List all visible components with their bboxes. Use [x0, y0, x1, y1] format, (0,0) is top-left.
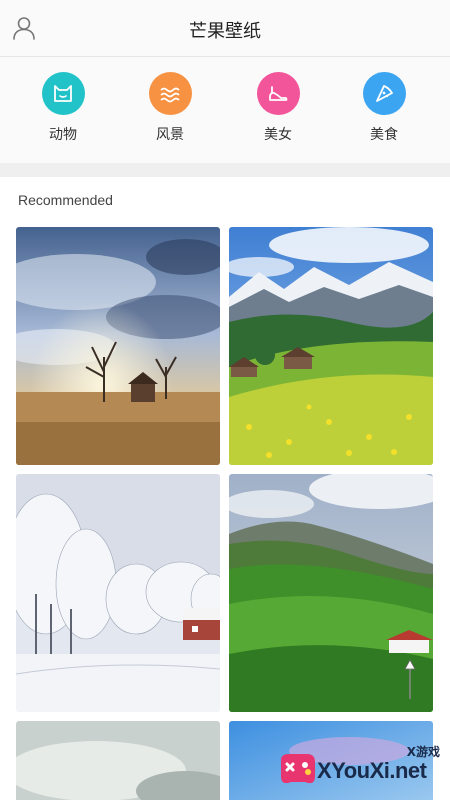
watermark-site-name: XYouXi.net [317, 758, 427, 783]
site-watermark: X游戏 XYouXi.net [275, 740, 450, 800]
wallpaper-tile[interactable] [16, 474, 220, 712]
wallpaper-tile[interactable] [229, 474, 433, 712]
wallpaper-image-cloudy-sky [16, 721, 220, 800]
category-label: 动物 [49, 127, 77, 143]
category-animals[interactable]: 动物 [23, 72, 103, 144]
wallpaper-tile[interactable] [16, 227, 220, 465]
app-header: 芒果壁纸 [0, 0, 450, 57]
wallpaper-image-sky-farm [16, 227, 220, 465]
gamepad-logo-icon [281, 754, 315, 784]
category-label: 风景 [156, 127, 184, 143]
wallpaper-tile[interactable] [16, 721, 220, 800]
wallpaper-image-snowy-forest [16, 474, 220, 712]
category-bar: 动物 风景 美女 美食 [0, 57, 450, 163]
section-title: Recommended [18, 192, 113, 208]
pizza-slice-icon [362, 72, 406, 115]
high-heel-icon [256, 72, 300, 115]
category-scenery[interactable]: 风景 [130, 72, 210, 144]
category-food[interactable]: 美食 [344, 72, 424, 144]
category-label: 美女 [264, 127, 292, 143]
cat-face-icon [41, 72, 85, 115]
wallpaper-tile[interactable] [229, 227, 433, 465]
category-beauty[interactable]: 美女 [238, 72, 318, 144]
wallpaper-image-alpine-meadow [229, 227, 433, 465]
waves-icon [148, 72, 192, 115]
category-label: 美食 [370, 127, 398, 143]
section-divider [0, 163, 450, 177]
wallpaper-image-green-hills [229, 474, 433, 712]
page-title: 芒果壁纸 [189, 21, 261, 42]
